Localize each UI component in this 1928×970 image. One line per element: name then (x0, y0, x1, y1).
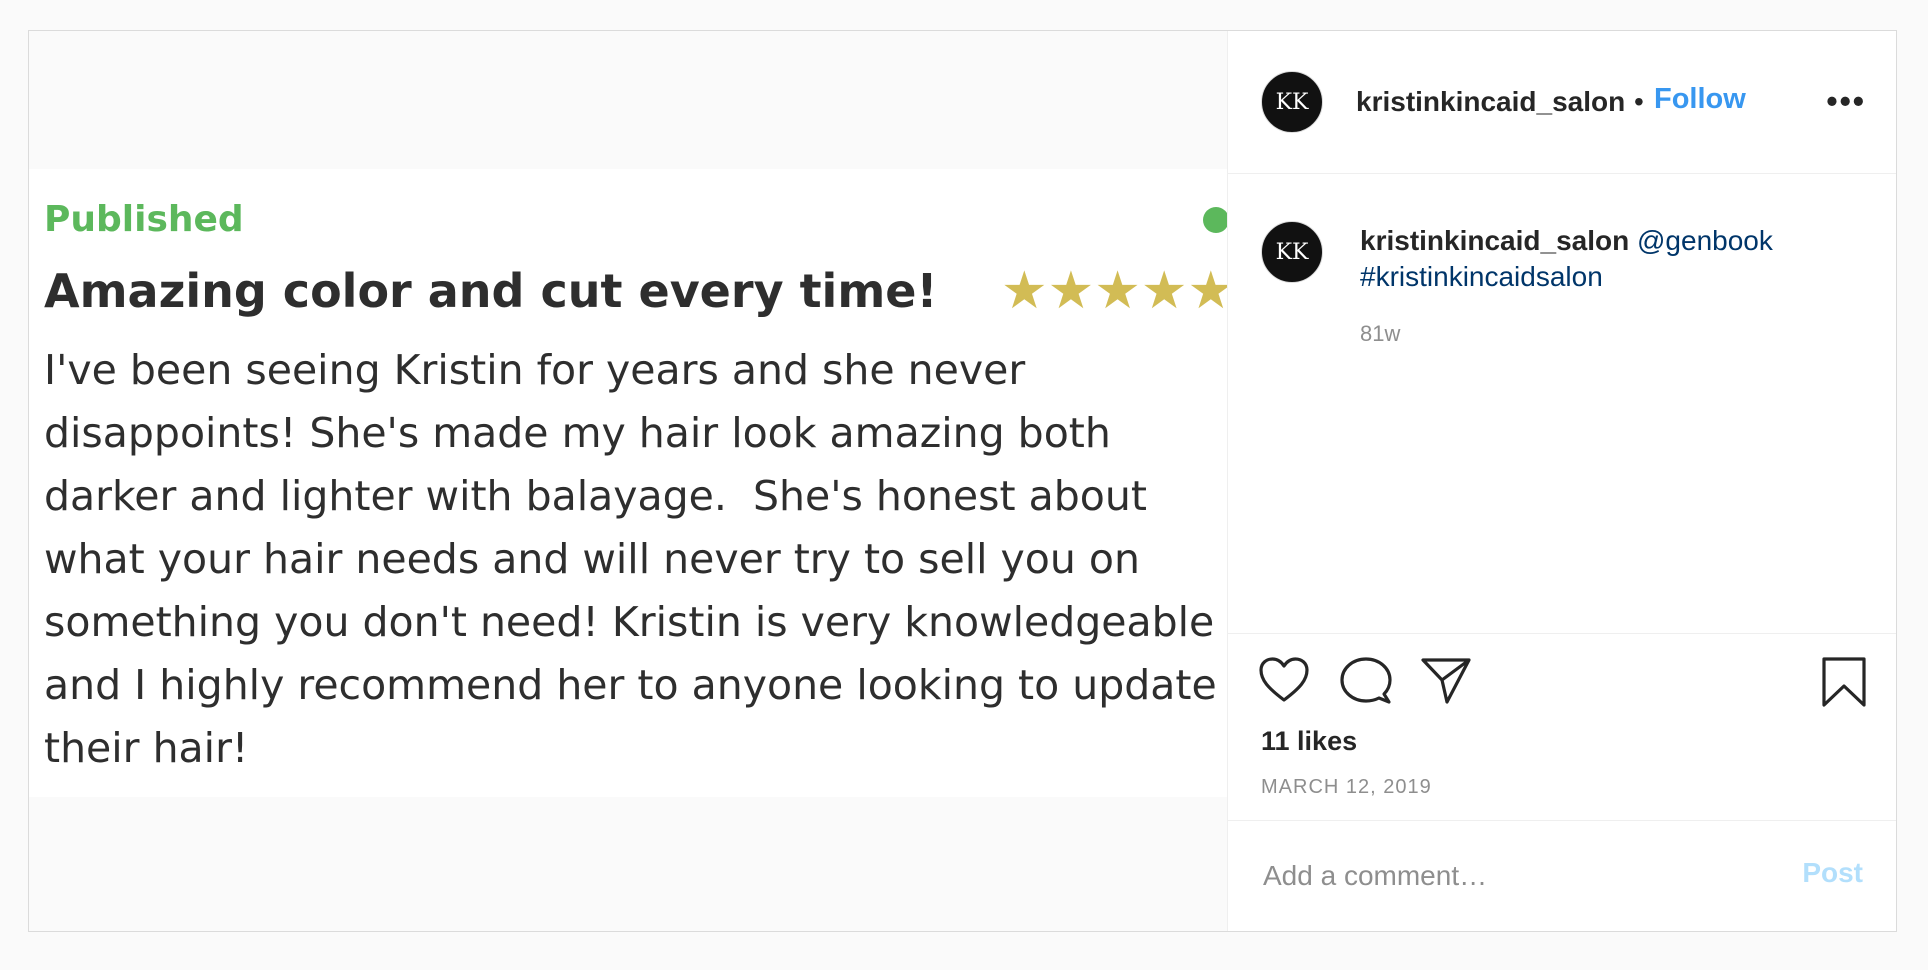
share-paper-plane-icon[interactable] (1420, 656, 1472, 711)
caption-avatar[interactable]: KK (1261, 221, 1323, 283)
review-status: Published (44, 199, 244, 240)
review-title: Amazing color and cut every time! (44, 264, 938, 318)
post-image[interactable]: Published Amazing color and cut every ti… (29, 31, 1228, 931)
avatar[interactable]: KK (1261, 71, 1323, 133)
review-card: Published Amazing color and cut every ti… (29, 169, 1227, 797)
separator-dot: • (1634, 86, 1644, 117)
hashtag-link[interactable]: #kristinkincaidsalon (1360, 261, 1603, 292)
post-sidebar: KK kristinkincaid_salon • Follow ••• KK … (1228, 31, 1896, 931)
instagram-post: Published Amazing color and cut every ti… (28, 30, 1897, 932)
follow-button[interactable]: Follow (1654, 83, 1746, 116)
mention-link[interactable]: @genbook (1637, 225, 1773, 256)
more-options-icon[interactable]: ••• (1826, 83, 1866, 120)
post-comment-button[interactable]: Post (1802, 857, 1863, 889)
review-body: I've been seeing Kristin for years and s… (44, 346, 1217, 772)
post-date[interactable]: MARCH 12, 2019 (1261, 776, 1432, 799)
likes-count[interactable]: 11 likes (1261, 726, 1357, 757)
comment-input[interactable] (1261, 855, 1765, 897)
comment-bubble-icon[interactable] (1340, 656, 1392, 711)
header-username[interactable]: kristinkincaid_salon (1356, 86, 1625, 118)
post-header: KK kristinkincaid_salon • Follow ••• (1228, 31, 1896, 174)
post-age[interactable]: 81w (1360, 321, 1400, 347)
action-bar: 11 likes MARCH 12, 2019 (1228, 633, 1896, 798)
caption-username[interactable]: kristinkincaid_salon (1360, 225, 1629, 256)
like-heart-icon[interactable] (1258, 656, 1310, 709)
caption: kristinkincaid_salon @genbook #kristinki… (1360, 223, 1790, 295)
status-dot (1203, 207, 1227, 233)
star-rating: ★★★★★ (1001, 261, 1228, 321)
comment-bar: Post (1228, 820, 1896, 931)
bookmark-icon[interactable] (1821, 656, 1867, 713)
